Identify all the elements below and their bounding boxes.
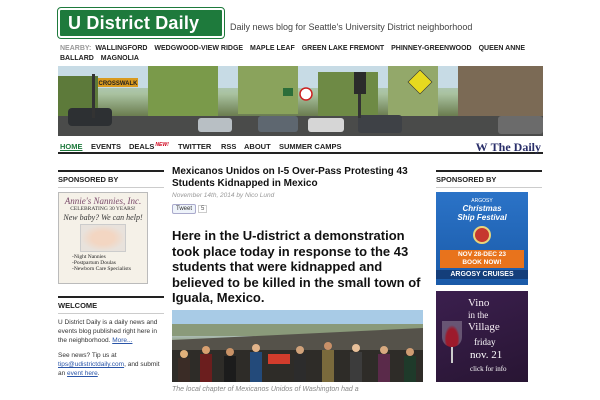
ad-nannies-years: CELEBRATING 30 YEARS! [70,206,136,212]
right-sidebar: SPONSORED BY ARGOSY Christmas Ship Festi… [436,170,542,382]
article-caption: The local chapter of Mexicanos Unidos of… [172,385,359,393]
argosy-christmas-ad[interactable]: ARGOSY Christmas Ship Festival NOV 28-DE… [436,192,528,285]
nav-deals-label: DEALS [129,142,155,151]
vino-title-3: Village [468,321,500,333]
vino-date: nov. 21 [470,349,503,361]
vino-title-2: in the [468,310,489,320]
event-submit-link[interactable]: event here [67,370,98,377]
ornament-icon [473,226,491,244]
article-date: November 14th, 2014 by Nico Lund [172,192,275,199]
nav-twitter[interactable]: TWITTER [178,142,211,151]
nearby-links: NEARBY: WALLINGFORD WEDGWOOD-VIEW RIDGE … [60,44,540,64]
argosy-brand: ARGOSY CRUISES [436,270,528,279]
nearby-link-magnolia[interactable]: MAGNOLIA [101,55,139,62]
vino-title-1: Vino [468,297,490,309]
vino-info: click for info [470,365,507,373]
article: Mexicanos Unidos on I-5 Over-Pass Protes… [172,166,423,393]
welcome-description: U District Daily is a daily news and eve… [58,319,158,344]
vino-day: friday [474,337,496,347]
the-daily-link[interactable]: W The Daily [476,140,541,155]
tweet-button[interactable]: Tweet [172,203,197,214]
article-title[interactable]: Mexicanos Unidos on I-5 Over-Pass Protes… [172,166,423,190]
nearby-link-ballard[interactable]: BALLARD [60,55,94,62]
tweet-count: 5 [198,204,208,213]
argosy-title-1: Christmas [462,204,502,213]
vino-title: Vino in the Village [468,297,500,333]
welcome-paragraph: U District Daily is a daily news and eve… [58,318,164,345]
protest-scene-image [172,309,423,382]
welcome-title: WELCOME [58,296,164,314]
argosy-title-2: Ship Festival [457,213,507,222]
annies-nannies-ad[interactable]: Annie's Nannies, Inc. CELEBRATING 30 YEA… [58,192,148,284]
argosy-dates: NOV 28-DEC 23 BOOK NOW! [440,250,524,268]
nav-summer-camps[interactable]: SUMMER CAMPS [279,142,342,151]
site-tagline: Daily news blog for Seattle's University… [230,22,473,32]
uw-w-logo: W [475,140,488,154]
main-nav: HOME EVENTS DEALSNEW! TWITTER RSS ABOUT … [58,140,543,154]
tip-text-3: . [97,370,100,377]
nearby-link-wedgwood[interactable]: WEDGWOOD-VIEW RIDGE [154,45,243,52]
nav-rss[interactable]: RSS [221,142,236,151]
site-logo[interactable]: U District Daily [57,7,225,39]
nearby-link-maple-leaf[interactable]: MAPLE LEAF [250,45,295,52]
ad-nannies-line: -Newborn Care Specialists [72,266,131,272]
tip-email-link[interactable]: tips@udistrictdaily.com [58,361,124,368]
right-sponsored-title: SPONSORED BY [436,170,542,188]
baby-photo [80,224,126,252]
argosy-date-range: NOV 28-DEC 23 [457,251,507,258]
nearby-link-phinney[interactable]: PHINNEY-GREENWOOD [391,45,472,52]
wine-glass-icon [442,321,462,347]
site-header: U District Daily Daily news blog for Sea… [57,7,544,42]
nav-home[interactable]: HOME [60,142,83,151]
ad-nannies-cta: New baby? We can help! [63,213,143,222]
hero-photo: CROSSWALK [58,66,543,136]
nearby-link-queen-anne[interactable]: QUEEN ANNE [479,45,525,52]
the-daily-label: The Daily [490,140,541,154]
left-sponsored-title: SPONSORED BY [58,170,164,188]
more-link[interactable]: More... [112,337,132,344]
wine-glass-stem [451,347,453,363]
nearby-link-wallingford[interactable]: WALLINGFORD [95,45,147,52]
share-row: Tweet 5 [172,203,423,214]
crosswalk-sign-text: CROSSWALK [99,81,139,87]
left-sidebar: SPONSORED BY Annie's Nannies, Inc. CELEB… [58,170,164,384]
nav-about[interactable]: ABOUT [244,142,271,151]
nearby-label: NEARBY: [60,45,92,52]
article-lead: Here in the U-district a demonstration t… [172,228,421,305]
nearby-link-green-lake[interactable]: GREEN LAKE FREMONT [302,45,384,52]
welcome-body: U District Daily is a daily news and eve… [58,318,164,378]
nav-events[interactable]: EVENTS [91,142,121,151]
tip-paragraph: See news? Tip us at tips@udistrictdaily.… [58,351,164,378]
vino-village-ad[interactable]: Vino in the Village friday nov. 21 click… [436,291,528,382]
ad-nannies-name: Annie's Nannies, Inc. [64,196,142,206]
street-scene-image: CROSSWALK [58,66,543,136]
new-badge: NEW! [155,142,169,148]
nav-deals[interactable]: DEALSNEW! [129,142,169,151]
argosy-book-now: BOOK NOW! [462,259,502,266]
protest-photo[interactable] [172,309,423,382]
tip-text: See news? Tip us at [58,352,117,359]
